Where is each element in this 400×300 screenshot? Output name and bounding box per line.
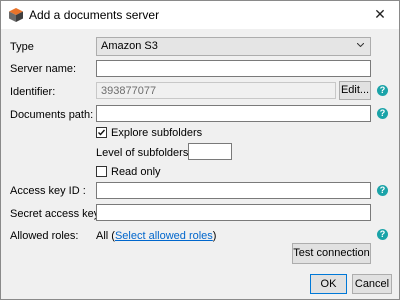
allowed-roles-value: All (Select allowed roles) <box>96 230 216 242</box>
level-of-subfolders-field[interactable] <box>188 143 232 160</box>
select-allowed-roles-link[interactable]: Select allowed roles <box>115 230 213 242</box>
explore-subfolders-checkbox[interactable] <box>96 127 107 138</box>
check-icon <box>98 129 106 136</box>
title-bar: Add a documents server ✕ <box>1 1 399 29</box>
secret-access-key-field[interactable] <box>96 204 371 221</box>
server-name-field[interactable] <box>96 60 371 77</box>
allowed-roles-suffix: ) <box>212 230 217 242</box>
access-key-id-field[interactable] <box>96 182 371 199</box>
edit-identifier-button[interactable]: Edit... <box>339 81 371 100</box>
cancel-button[interactable]: Cancel <box>352 274 392 294</box>
read-only-label: Read only <box>111 166 161 178</box>
cube-icon <box>9 8 23 22</box>
help-icon[interactable]: ? <box>377 185 388 196</box>
allowed-roles-label: Allowed roles: <box>10 230 79 242</box>
type-select[interactable]: Amazon S3 <box>96 37 371 56</box>
add-documents-server-dialog: Add a documents server ✕ Type Amazon S3 … <box>0 0 400 300</box>
access-key-id-label: Access key ID : <box>10 185 86 197</box>
documents-path-label: Documents path: <box>10 109 94 121</box>
help-icon[interactable]: ? <box>377 108 388 119</box>
help-icon[interactable]: ? <box>377 85 388 96</box>
close-icon[interactable]: ✕ <box>369 4 391 24</box>
identifier-field <box>96 82 336 99</box>
allowed-roles-prefix: All ( <box>96 230 115 242</box>
test-connection-button[interactable]: Test connection <box>292 243 371 264</box>
ok-button[interactable]: OK <box>310 274 347 294</box>
type-select-value: Amazon S3 <box>101 40 158 52</box>
read-only-checkbox[interactable] <box>96 166 107 177</box>
secret-access-key-label: Secret access key : <box>10 208 106 220</box>
help-icon[interactable]: ? <box>377 229 388 240</box>
chevron-down-icon <box>357 43 364 47</box>
dialog-title: Add a documents server <box>29 8 160 22</box>
server-name-label: Server name: <box>10 63 77 75</box>
type-label: Type <box>10 41 34 53</box>
explore-subfolders-label: Explore subfolders <box>111 127 203 139</box>
identifier-label: Identifier: <box>10 86 56 98</box>
level-of-subfolders-label: Level of subfolders: <box>96 147 192 159</box>
documents-path-field[interactable] <box>96 105 371 122</box>
